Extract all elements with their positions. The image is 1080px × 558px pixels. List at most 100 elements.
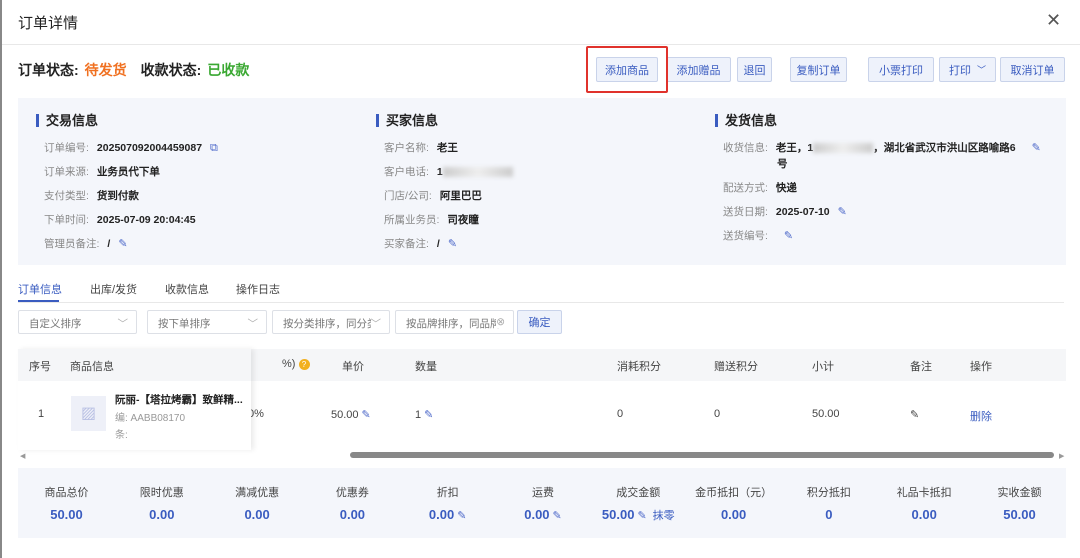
edit-icon[interactable]: ✎	[553, 510, 562, 522]
summary-label: 成交金额	[616, 487, 661, 499]
redacted	[442, 167, 513, 178]
category-sort-select[interactable]: 按分类排序，同分类 ﹀	[272, 310, 390, 334]
store-row: 门店/公司: 阿里巴巴	[384, 188, 482, 203]
label: 收货信息:	[723, 142, 768, 154]
confirm-button[interactable]: 确定	[517, 310, 562, 334]
horizontal-scrollbar[interactable]	[350, 452, 1054, 458]
salesman-row: 所属业务员: 司夜瞳	[384, 212, 479, 227]
address-line2: 号	[777, 158, 788, 170]
edit-icon[interactable]: ✎	[637, 510, 646, 522]
copy-order-button[interactable]: 复制订单	[790, 57, 847, 82]
label: 订单编号:	[44, 142, 89, 154]
tab-outbound[interactable]: 出库/发货	[90, 281, 137, 297]
tab-payment-info[interactable]: 收款信息	[165, 281, 209, 297]
label: 客户电话:	[384, 166, 429, 178]
order-number: 202507092004459087	[96, 142, 203, 154]
receiver-row: 收货信息: 老王，1 ，湖北省武汉市洪山区路喻路6 ✎	[723, 140, 1041, 155]
label: 下单时间:	[44, 214, 89, 226]
select-value: 按品牌排序，同品牌	[406, 318, 501, 330]
add-gift-button[interactable]: 添加赠品	[666, 57, 731, 82]
chevron-down-icon: ﹀	[976, 65, 986, 75]
edit-icon[interactable]: ✎	[118, 238, 127, 250]
scroll-right-icon[interactable]: ▶	[1059, 452, 1064, 460]
close-icon[interactable]: ✕	[1046, 10, 1061, 31]
custom-sort-select[interactable]: 自定义排序 ﹀	[18, 310, 137, 334]
print-dropdown-button[interactable]: 打印 ﹀	[939, 57, 996, 82]
clear-icon[interactable]: ⊗	[496, 316, 505, 328]
summary-label: 限时优惠	[139, 487, 184, 499]
edit-icon[interactable]: ✎	[424, 409, 433, 421]
col-index: 序号	[29, 361, 51, 373]
col-discount: %) ?	[282, 358, 310, 370]
order-sort-select[interactable]: 按下单排序 ﹀	[147, 310, 267, 334]
value-text: 0.00	[524, 507, 550, 522]
highlight-box	[586, 46, 668, 93]
col-note: 备注	[910, 361, 932, 373]
edit-icon[interactable]: ✎	[448, 238, 457, 250]
delivery-method: 快递	[775, 182, 797, 194]
summary-value: 50.00	[972, 507, 1067, 522]
cancel-order-button[interactable]: 取消订单	[1000, 57, 1065, 82]
summary-label: 礼品卡抵扣	[896, 487, 952, 499]
image-placeholder-icon: ▨	[71, 396, 106, 431]
receipt-print-button[interactable]: 小票打印	[868, 57, 934, 82]
summary-value: 0.00	[877, 507, 972, 522]
header-text: %)	[282, 358, 296, 370]
edit-icon[interactable]: ✎	[457, 510, 466, 522]
product-barcode: 条:	[115, 430, 128, 441]
order-source: 业务员代下单	[96, 166, 160, 178]
tab-order-info[interactable]: 订单信息	[18, 281, 62, 297]
order-source-row: 订单来源: 业务员代下单	[44, 164, 160, 179]
edit-icon[interactable]: ✎	[362, 409, 371, 421]
col-subtotal: 小计	[812, 361, 834, 373]
summary-value: 0.00	[210, 507, 305, 522]
used-points: 0	[617, 408, 624, 420]
summary-panel	[18, 468, 1066, 538]
pay-type-row: 支付类型: 货到付款	[44, 188, 139, 203]
scroll-left-icon[interactable]: ◀	[20, 452, 25, 460]
customer-phone-row: 客户电话: 1	[384, 164, 513, 179]
delivery-no-row: 送货编号: ✎	[723, 228, 793, 243]
order-time: 2025-07-09 20:04:45	[96, 214, 196, 226]
summary-value: 50.00	[19, 507, 114, 522]
delete-link[interactable]: 删除	[970, 408, 992, 424]
value-text: 50.00	[1003, 507, 1036, 522]
value-text: 0.00	[339, 507, 366, 522]
summary-label: 优惠券	[335, 487, 369, 499]
chevron-down-icon: ﹀	[247, 318, 259, 330]
value-text: 50.00	[50, 507, 83, 522]
value-text: 0.00	[911, 507, 937, 522]
receiver: 老王，1	[775, 142, 814, 154]
value-text: 0.00	[720, 507, 747, 522]
select-value: 按下单排序	[158, 318, 211, 330]
help-icon[interactable]: ?	[298, 359, 310, 370]
edit-icon[interactable]: ✎	[838, 206, 847, 218]
round-off-link[interactable]: 抹零	[653, 510, 675, 522]
value-text: 50.00	[601, 507, 635, 522]
col-used-points: 消耗积分	[617, 361, 661, 373]
edit-icon[interactable]: ✎	[1032, 142, 1041, 154]
summary-label: 满减优惠	[235, 487, 280, 499]
label: 所属业务员:	[384, 214, 440, 226]
delivery-date-row: 送货日期: 2025-07-10 ✎	[723, 204, 847, 219]
edit-icon[interactable]: ✎	[784, 230, 793, 242]
summary-label: 商品总价	[44, 487, 89, 499]
redacted	[813, 143, 874, 154]
note-edit-icon[interactable]: ✎	[910, 408, 919, 421]
product-name[interactable]: 阮丽-【塔拉烤霸】致鲜精...	[115, 392, 243, 407]
price-value: 50.00	[331, 409, 359, 421]
qty-value: 1	[415, 409, 422, 421]
brand-sort-select[interactable]: 按品牌排序，同品牌 ⊗	[395, 310, 514, 334]
tab-operation-log[interactable]: 操作日志	[236, 281, 280, 297]
col-product: 商品信息	[70, 361, 114, 373]
summary-label: 实收金额	[997, 487, 1042, 499]
summary-label: 折扣	[436, 487, 459, 499]
summary-value: 50.00 ✎ 抹零	[591, 507, 686, 523]
buyer-info-title: 买家信息	[376, 114, 438, 127]
select-value: 自定义排序	[29, 318, 82, 330]
copy-icon[interactable]: ⧉	[210, 142, 218, 154]
return-button[interactable]: 退回	[737, 57, 772, 82]
select-value: 按分类排序，同分类	[283, 318, 378, 330]
chevron-down-icon: ﹀	[370, 316, 381, 331]
trade-info-title: 交易信息	[36, 114, 98, 127]
